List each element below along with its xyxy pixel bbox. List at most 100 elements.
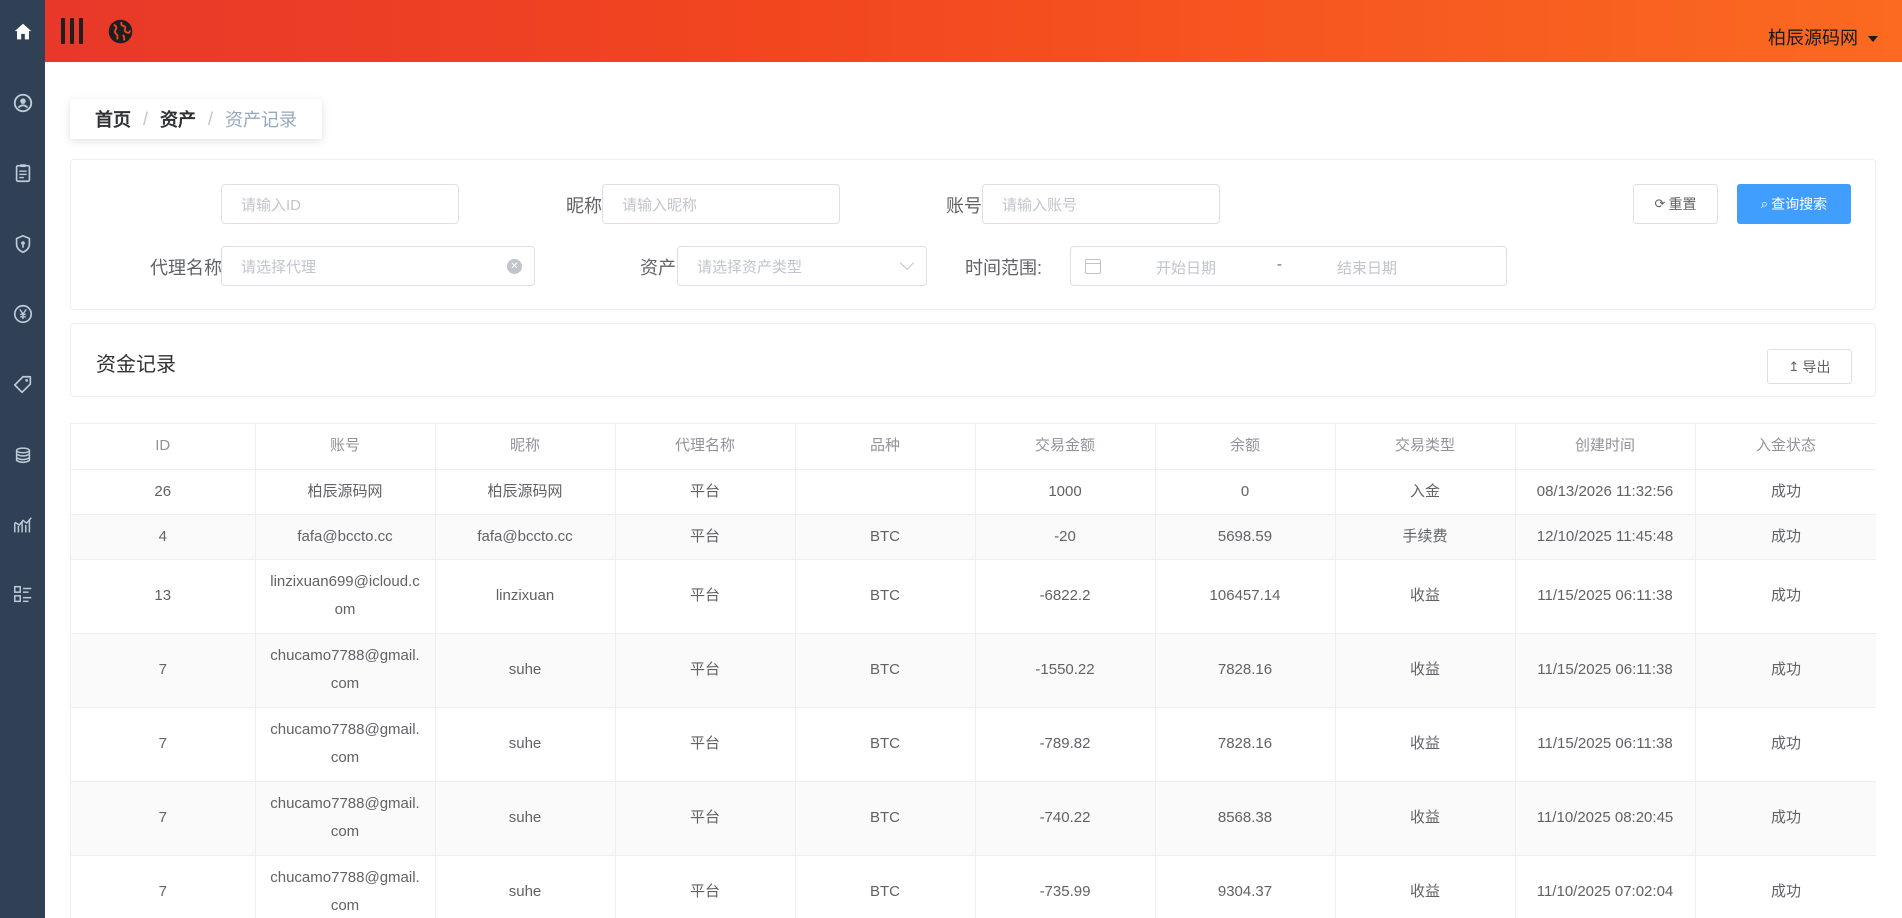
cell-id: 4 bbox=[71, 514, 256, 560]
time-range-label: 时间范围: bbox=[964, 258, 1042, 278]
clipboard-icon[interactable] bbox=[11, 161, 34, 184]
cell-amount: -20 bbox=[975, 514, 1156, 560]
cell-symbol bbox=[795, 469, 976, 515]
cell-created: 11/15/2025 06:11:38 bbox=[1515, 707, 1696, 782]
cell-balance: 7828.16 bbox=[1155, 707, 1336, 782]
column-header[interactable]: 入金状态 bbox=[1695, 424, 1876, 470]
cell-balance: 5698.59 bbox=[1155, 514, 1336, 560]
cell-balance: 9304.37 bbox=[1155, 855, 1336, 918]
column-header[interactable]: 品种 bbox=[795, 424, 976, 470]
start-date-input[interactable]: 开始日期 bbox=[1156, 257, 1216, 278]
nickname-input[interactable]: 请输入昵称 bbox=[602, 184, 840, 224]
agent-placeholder: 请选择代理 bbox=[241, 258, 317, 276]
cell-type: 收益 bbox=[1335, 559, 1516, 634]
yen-icon[interactable] bbox=[11, 302, 34, 325]
breadcrumb-home[interactable]: 首页 bbox=[95, 106, 131, 132]
cell-nickname: suhe bbox=[435, 707, 616, 782]
cell-balance: 0 bbox=[1155, 469, 1336, 515]
cell-account: linzixuan699@icloud.com bbox=[255, 559, 436, 634]
table-row[interactable]: 4 fafa@bccto.cc fafa@bccto.cc 平台 BTC -20… bbox=[71, 514, 1876, 560]
reset-button[interactable]: ⟳ 重置 bbox=[1633, 184, 1718, 224]
cell-status: 成功 bbox=[1695, 855, 1876, 918]
clear-icon[interactable]: ✕ bbox=[507, 259, 522, 274]
column-header[interactable]: 余额 bbox=[1155, 424, 1336, 470]
cell-account: fafa@bccto.cc bbox=[255, 514, 436, 560]
end-date-input[interactable]: 结束日期 bbox=[1337, 257, 1397, 278]
breadcrumb-separator: / bbox=[143, 108, 149, 129]
column-header[interactable]: 创建时间 bbox=[1515, 424, 1696, 470]
column-header[interactable]: 代理名称 bbox=[615, 424, 796, 470]
column-header[interactable]: 交易金额 bbox=[975, 424, 1156, 470]
search-button[interactable]: ⌕ 查询搜索 bbox=[1737, 184, 1851, 224]
table-row[interactable]: 13 linzixuan699@icloud.com linzixuan 平台 … bbox=[71, 559, 1876, 634]
export-label: 导出 bbox=[1802, 358, 1831, 375]
column-header[interactable]: 交易类型 bbox=[1335, 424, 1516, 470]
cell-balance: 7828.16 bbox=[1155, 633, 1336, 708]
shield-icon[interactable] bbox=[11, 232, 34, 255]
cell-symbol: BTC bbox=[795, 855, 976, 918]
cell-agent: 平台 bbox=[615, 781, 796, 856]
cell-nickname: suhe bbox=[435, 855, 616, 918]
cell-status: 成功 bbox=[1695, 469, 1876, 515]
cell-nickname: fafa@bccto.cc bbox=[435, 514, 616, 560]
cell-type: 手续费 bbox=[1335, 514, 1516, 560]
records-title: 资金记录 bbox=[96, 354, 176, 376]
cell-agent: 平台 bbox=[615, 707, 796, 782]
column-header[interactable]: ID bbox=[71, 424, 256, 470]
caret-down-icon bbox=[1868, 35, 1878, 42]
coins-icon[interactable] bbox=[11, 443, 34, 466]
breadcrumb-assets[interactable]: 资产 bbox=[160, 106, 196, 132]
cell-created: 08/13/2026 11:32:56 bbox=[1515, 469, 1696, 515]
cell-nickname: 柏辰源码网 bbox=[435, 469, 616, 515]
cell-symbol: BTC bbox=[795, 514, 976, 560]
breadcrumb: 首页 / 资产 / 资产记录 bbox=[70, 99, 323, 139]
cell-status: 成功 bbox=[1695, 559, 1876, 634]
agent-select[interactable]: 请选择代理 ✕ bbox=[221, 246, 535, 286]
id-input[interactable]: 请输入ID bbox=[221, 184, 459, 224]
table-row[interactable]: 26 柏辰源码网 柏辰源码网 平台 1000 0 入金 08/13/2026 1… bbox=[71, 469, 1876, 515]
cell-nickname: suhe bbox=[435, 781, 616, 856]
date-range-picker[interactable]: 开始日期 - 结束日期 bbox=[1070, 246, 1507, 286]
table-row[interactable]: 7 chucamo7788@gmail.com suhe 平台 BTC -740… bbox=[71, 781, 1876, 856]
column-header[interactable]: 账号 bbox=[255, 424, 436, 470]
cell-symbol: BTC bbox=[795, 633, 976, 708]
table-row[interactable]: 7 chucamo7788@gmail.com suhe 平台 BTC -155… bbox=[71, 633, 1876, 708]
cell-amount: -6822.2 bbox=[975, 559, 1156, 634]
home-icon[interactable] bbox=[11, 20, 34, 43]
user-menu[interactable]: 柏辰源码网 bbox=[1768, 24, 1878, 50]
cell-type: 收益 bbox=[1335, 781, 1516, 856]
user-name: 柏辰源码网 bbox=[1768, 28, 1858, 48]
cell-nickname: suhe bbox=[435, 633, 616, 708]
cell-id: 7 bbox=[71, 855, 256, 918]
cell-id: 13 bbox=[71, 559, 256, 634]
chart-icon[interactable] bbox=[11, 513, 34, 536]
export-button[interactable]: ↥ 导出 bbox=[1767, 349, 1852, 384]
cell-type: 收益 bbox=[1335, 707, 1516, 782]
cell-account: chucamo7788@gmail.com bbox=[255, 781, 436, 856]
breadcrumb-current: 资产记录 bbox=[225, 110, 298, 130]
globe-icon[interactable] bbox=[107, 18, 134, 45]
cell-type: 收益 bbox=[1335, 633, 1516, 708]
nickname-placeholder: 请输入昵称 bbox=[622, 196, 698, 214]
user-circle-icon[interactable] bbox=[11, 91, 34, 114]
list-icon[interactable] bbox=[11, 582, 34, 605]
column-header[interactable]: 昵称 bbox=[435, 424, 616, 470]
search-panel: ID: 请输入ID 昵称: 请输入昵称 账号: 请输入账号 ⟳ 重置 ⌕ 查询搜… bbox=[70, 159, 1876, 310]
asset-type-select[interactable]: 请选择资产类型 bbox=[677, 246, 927, 286]
account-input[interactable]: 请输入账号 bbox=[982, 184, 1220, 224]
table-row[interactable]: 7 chucamo7788@gmail.com suhe 平台 BTC -735… bbox=[71, 855, 1876, 918]
cell-status: 成功 bbox=[1695, 707, 1876, 782]
cell-created: 11/10/2025 08:20:45 bbox=[1515, 781, 1696, 856]
reset-label: 重置 bbox=[1668, 196, 1697, 212]
cell-agent: 平台 bbox=[615, 514, 796, 560]
records-header-panel: 资金记录 ↥ 导出 bbox=[70, 323, 1876, 397]
table-row[interactable]: 7 chucamo7788@gmail.com suhe 平台 BTC -789… bbox=[71, 707, 1876, 782]
menu-toggle-icon[interactable] bbox=[61, 18, 83, 44]
cell-id: 7 bbox=[71, 633, 256, 708]
agent-label: 代理名称: bbox=[149, 258, 227, 278]
upload-icon: ↥ bbox=[1788, 358, 1800, 374]
date-range-separator: - bbox=[1277, 256, 1282, 273]
tag-icon[interactable] bbox=[11, 373, 34, 396]
cell-amount: -1550.22 bbox=[975, 633, 1156, 708]
cell-agent: 平台 bbox=[615, 633, 796, 708]
